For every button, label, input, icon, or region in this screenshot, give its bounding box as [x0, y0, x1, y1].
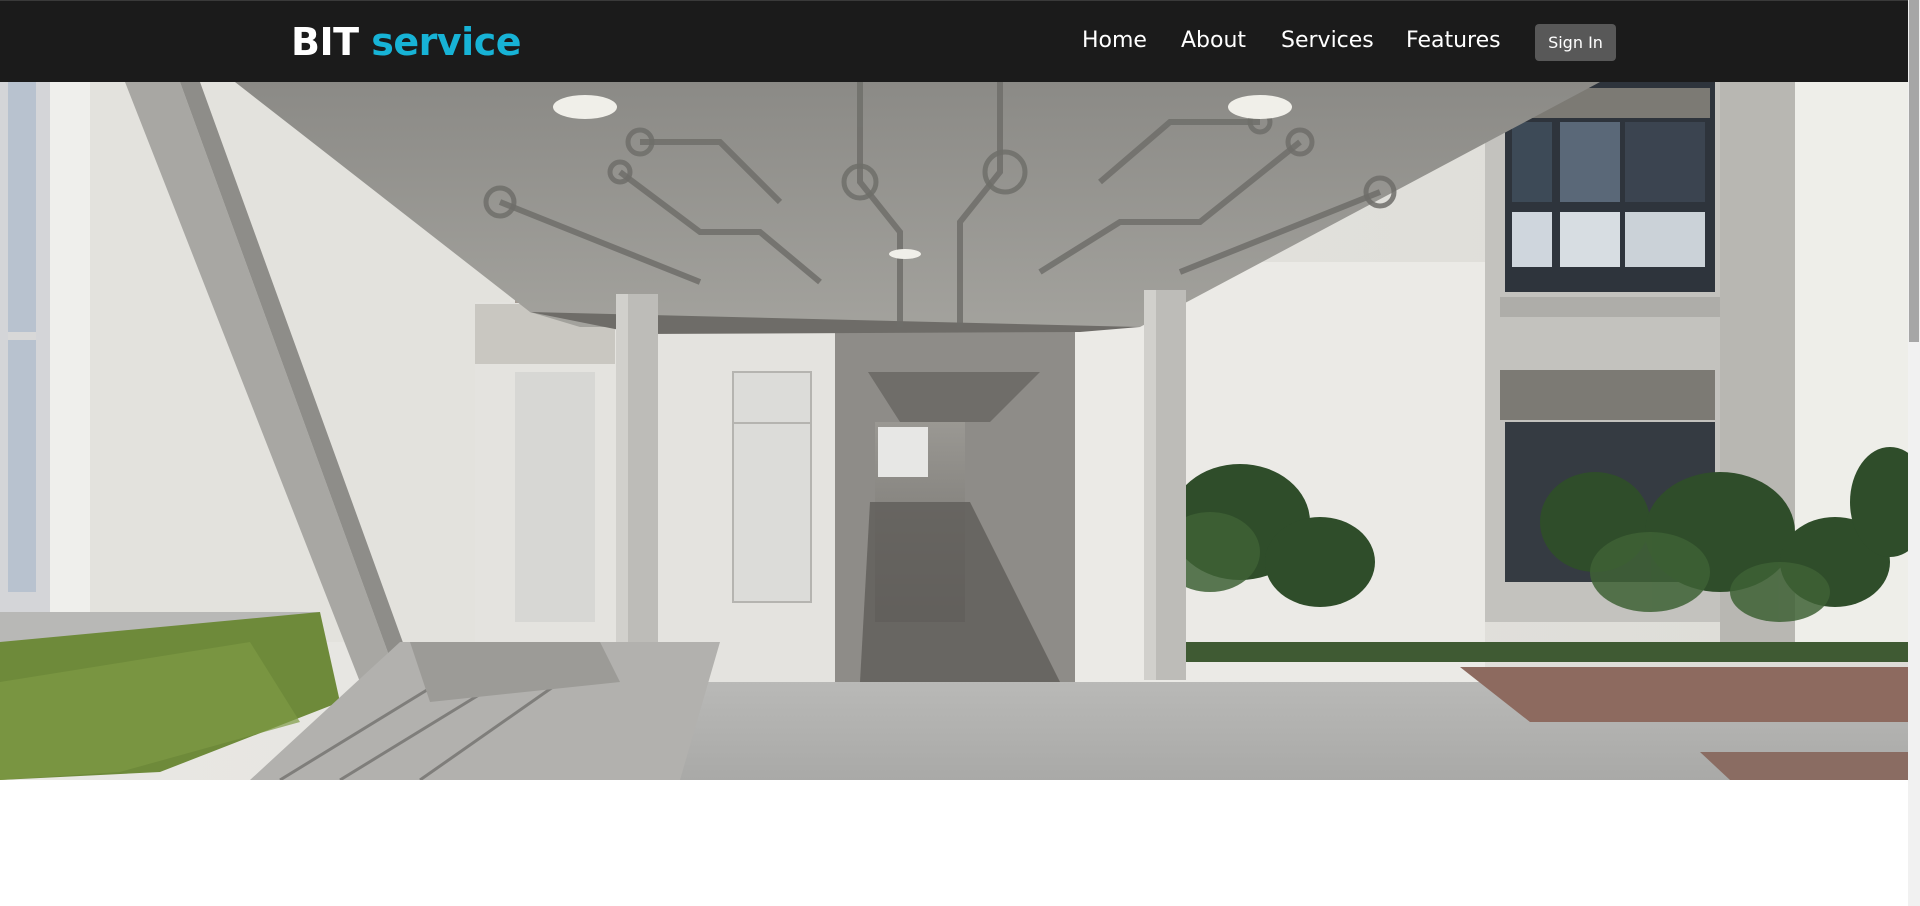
scrollbar-thumb[interactable] — [1909, 0, 1919, 342]
top-navbar: BIT service Home About Services Features… — [0, 0, 1908, 82]
nav-link-features[interactable]: Features — [1406, 26, 1501, 56]
nav-link-about[interactable]: About — [1181, 26, 1246, 56]
nav-link-home[interactable]: Home — [1082, 26, 1147, 56]
sign-in-button[interactable]: Sign In — [1535, 24, 1616, 61]
nav-link-services[interactable]: Services — [1281, 26, 1374, 56]
hero-image — [0, 82, 1908, 780]
hero-photo — [0, 82, 1908, 780]
nav-menu: Home About Services Features — [0, 1, 1908, 83]
